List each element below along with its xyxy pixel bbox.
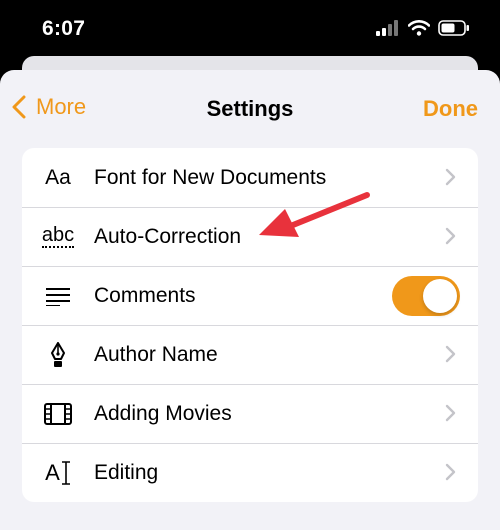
settings-row-label: Author Name [94,342,218,366]
comments-lines-icon [22,286,94,306]
status-time: 6:07 [42,17,86,40]
font-aa-icon: Aa [45,165,71,189]
settings-row-label: Editing [94,460,159,484]
toggle-knob [423,279,457,313]
chevron-right-icon [445,463,456,481]
annotation-arrow-icon [259,192,370,237]
comments-toggle[interactable] [392,276,460,316]
chevron-right-icon [445,404,456,422]
settings-row-auto-correction[interactable]: abc Auto-Correction [22,207,478,266]
settings-row-editing[interactable]: A Editing [22,443,478,502]
status-bar: 6:07 [0,0,500,62]
wifi-icon [408,20,430,36]
spellcheck-abc-icon: abc [41,223,75,248]
chevron-right-icon [445,345,456,363]
nav-bar: More Settings Done [0,70,500,144]
settings-row-comments: Comments [22,266,478,325]
settings-row-author-name[interactable]: Author Name [22,325,478,384]
settings-row-font[interactable]: Aa Font for New Documents [22,148,478,207]
text-cursor-icon: A [45,459,70,485]
chevron-right-icon [445,168,456,186]
settings-row-label: Adding Movies [94,401,232,425]
film-strip-icon [22,402,94,425]
cellular-signal-icon [376,20,398,36]
battery-icon [438,20,469,36]
settings-list: Aa Font for New Documents abc Auto-Corre… [22,148,478,502]
settings-sheet: More Settings Done Aa Font for New Docum… [0,70,500,530]
status-icons [376,20,470,36]
done-button[interactable]: Done [423,96,478,122]
settings-row-adding-movies[interactable]: Adding Movies [22,384,478,443]
pen-nib-icon [22,341,94,368]
chevron-right-icon [445,227,456,245]
